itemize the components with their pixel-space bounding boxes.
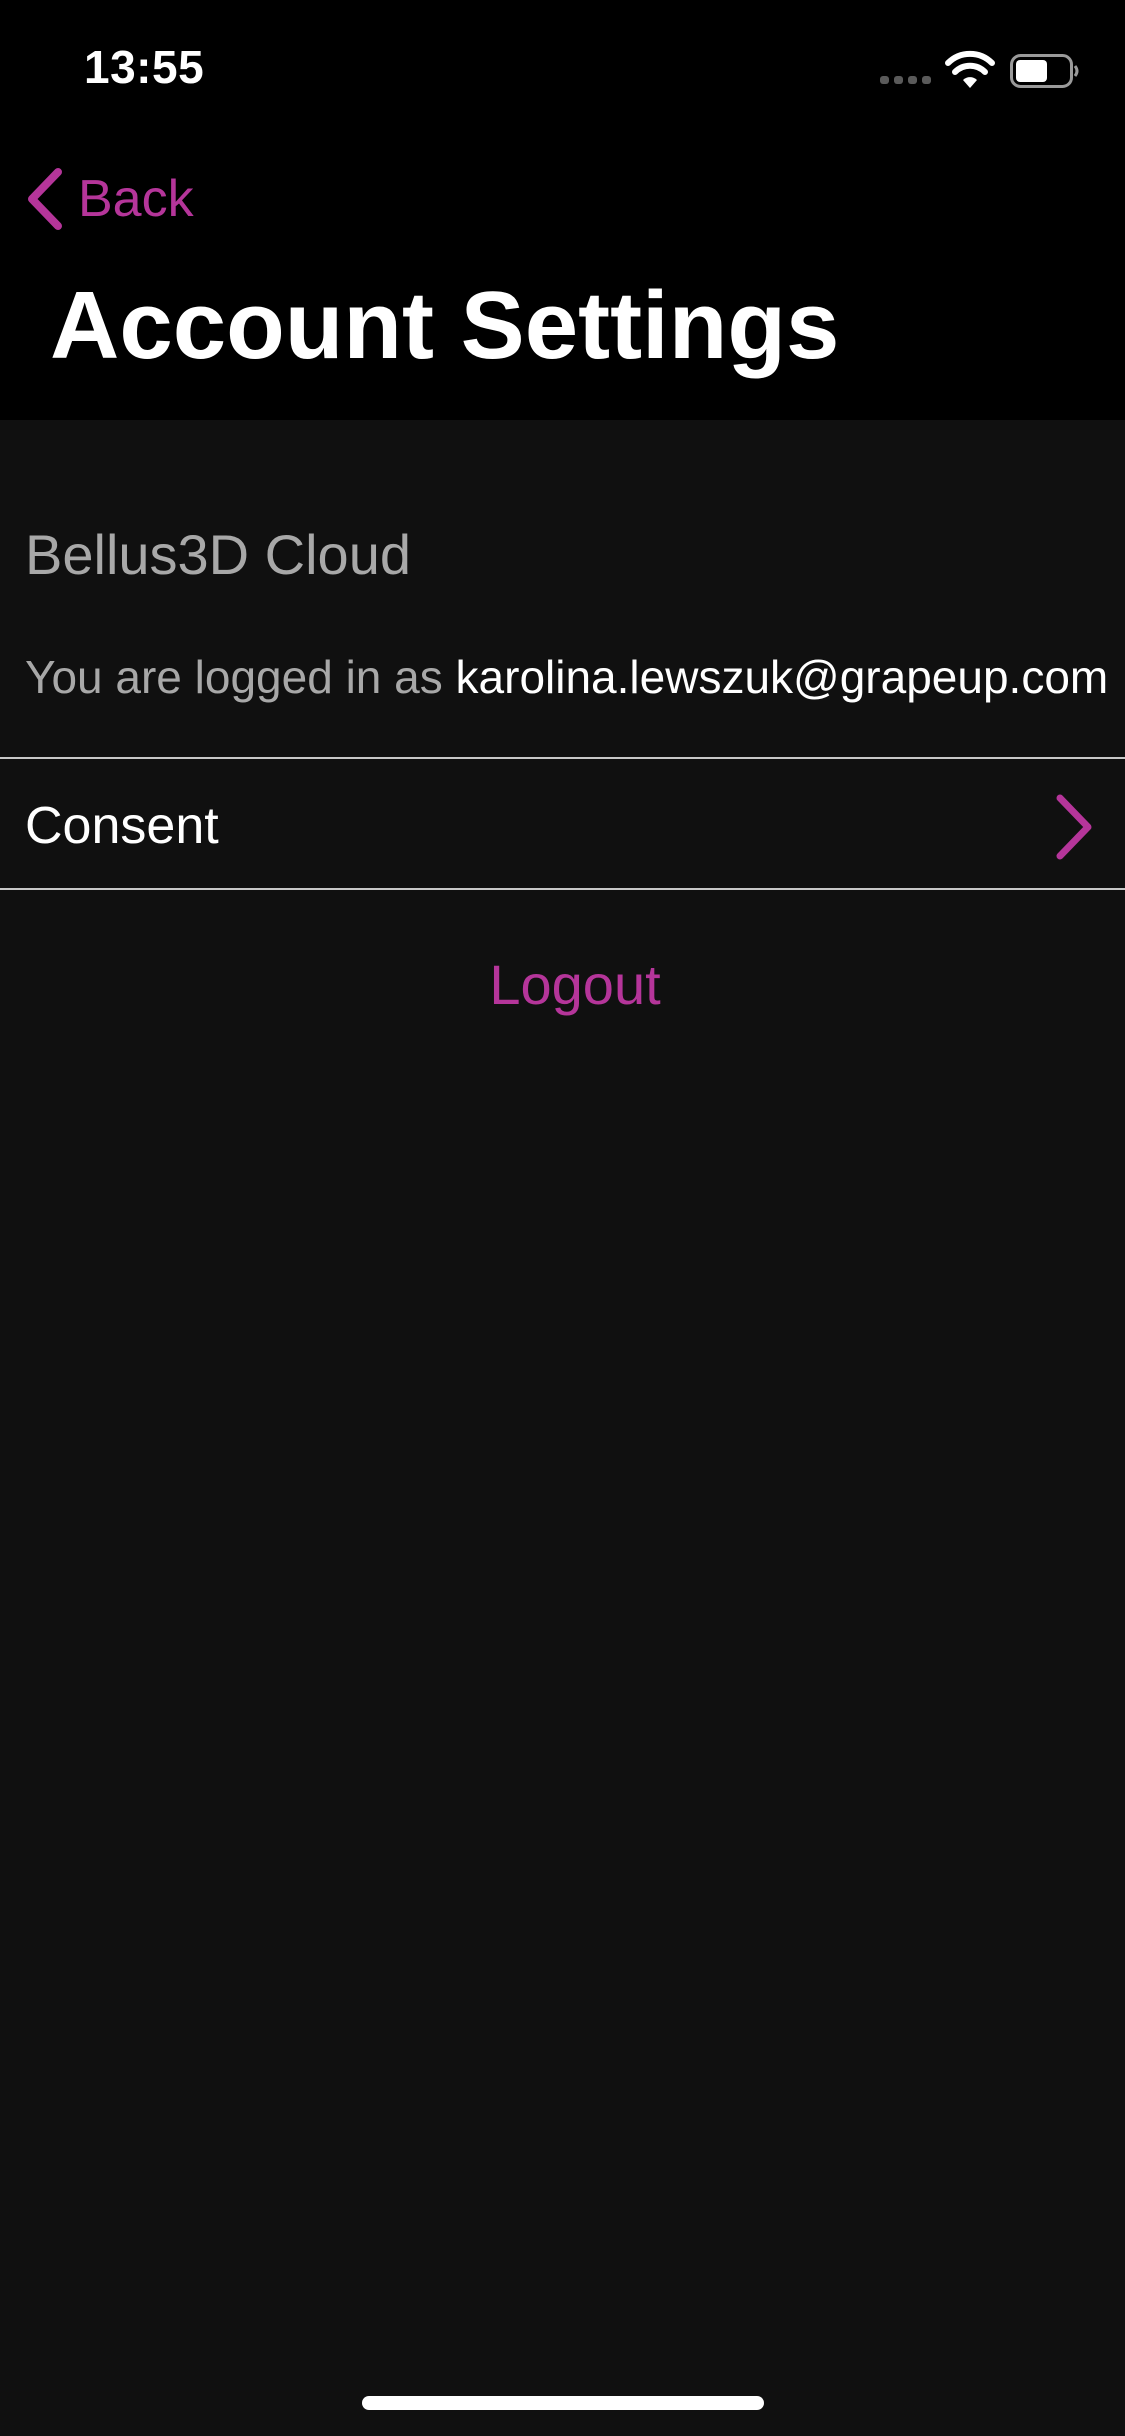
navigation-header: 13:55 Back Account Settings <box>0 0 1125 420</box>
home-indicator[interactable] <box>362 2396 764 2410</box>
wifi-icon <box>945 50 995 88</box>
back-button[interactable]: Back <box>24 164 194 234</box>
user-email: karolina.lewszuk@grapeup.com <box>455 651 1109 703</box>
back-label: Back <box>78 170 194 228</box>
logout-button[interactable]: Logout <box>0 952 1125 1017</box>
cellular-signal-icon <box>880 76 932 84</box>
battery-icon <box>1010 54 1079 88</box>
chevron-right-icon <box>1056 794 1092 860</box>
consent-row[interactable]: Consent <box>0 760 1125 888</box>
page-title: Account Settings <box>50 272 840 379</box>
logged-in-status: You are logged in as karolina.lewszuk@gr… <box>25 650 1108 704</box>
section-title: Bellus3D Cloud <box>25 523 411 586</box>
divider <box>0 757 1125 759</box>
logged-in-prefix: You are logged in as <box>25 651 443 703</box>
chevron-left-icon <box>28 168 62 230</box>
status-time: 13:55 <box>84 41 205 93</box>
consent-label: Consent <box>25 797 219 855</box>
divider <box>0 888 1125 890</box>
